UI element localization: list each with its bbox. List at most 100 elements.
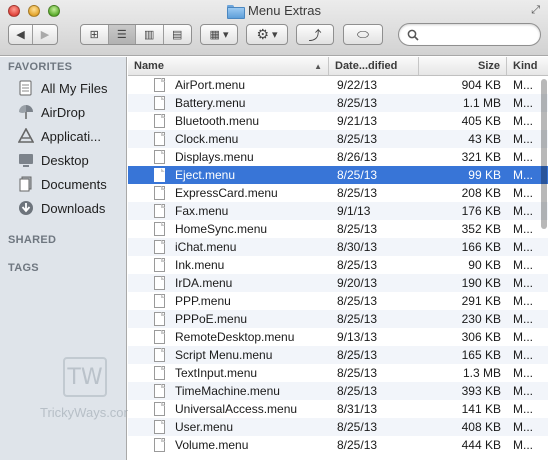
file-name: RemoteDesktop.menu <box>175 330 295 344</box>
search-input[interactable] <box>423 27 533 42</box>
table-row[interactable]: Volume.menu 8/25/13 444 KB M... <box>128 436 548 454</box>
sidebar-item-airdrop[interactable]: AirDrop <box>0 100 126 124</box>
coverflow-view-button[interactable]: ▤ <box>164 25 191 44</box>
downloads-icon <box>17 200 34 217</box>
file-name-cell: Fax.menu <box>128 204 329 218</box>
fullscreen-icon[interactable]: ⤢ <box>531 4 540 17</box>
kind-cell: M... <box>513 420 533 434</box>
edit-tags-button[interactable]: ⬭ <box>343 24 383 45</box>
table-row[interactable]: Ink.menu 8/25/13 90 KB M... <box>128 256 548 274</box>
file-name-cell: RemoteDesktop.menu <box>128 330 329 344</box>
sidebar-item-label: Desktop <box>41 152 89 168</box>
file-icon <box>154 420 165 434</box>
back-button[interactable]: ◀ <box>9 25 34 44</box>
column-view-button[interactable]: ▥ <box>136 25 164 44</box>
table-row[interactable]: Battery.menu 8/25/13 1.1 MB M... <box>128 94 548 112</box>
file-name: Clock.menu <box>175 132 239 146</box>
date-modified-cell: 8/25/13 <box>337 348 378 362</box>
table-row[interactable]: TimeMachine.menu 8/25/13 393 KB M... <box>128 382 548 400</box>
sidebar-item-desktop[interactable]: Desktop <box>0 148 126 172</box>
table-row[interactable]: ExpressCard.menu 8/25/13 208 KB M... <box>128 184 548 202</box>
sidebar-item-downloads[interactable]: Downloads <box>0 196 126 220</box>
watermark: TW TrickyWays.com <box>40 357 134 420</box>
share-button[interactable]: ⤴ <box>296 24 334 45</box>
table-row[interactable]: iChat.menu 8/30/13 166 KB M... <box>128 238 548 256</box>
date-modified-cell: 8/25/13 <box>337 132 378 146</box>
table-row[interactable]: Fax.menu 9/1/13 176 KB M... <box>128 202 548 220</box>
size-cell: 176 KB <box>461 204 501 218</box>
size-cell: 405 KB <box>461 114 501 128</box>
table-row[interactable]: TextInput.menu 8/25/13 1.3 MB M... <box>128 364 548 382</box>
kind-cell: M... <box>513 402 533 416</box>
date-modified-cell: 8/25/13 <box>337 312 378 326</box>
tags-header: TAGS <box>8 262 39 274</box>
file-icon <box>154 222 165 236</box>
date-modified-cell: 8/31/13 <box>337 402 378 416</box>
file-name-cell: User.menu <box>128 420 329 434</box>
file-icon <box>154 330 165 344</box>
date-modified-cell: 8/25/13 <box>337 168 378 182</box>
file-icon <box>154 96 165 110</box>
table-row[interactable]: Eject.menu 8/25/13 99 KB M... <box>128 166 548 184</box>
file-name: Eject.menu <box>175 168 236 182</box>
sidebar-item-label: Applicati... <box>41 128 101 144</box>
kind-cell: M... <box>513 384 533 398</box>
sidebar-item-documents[interactable]: Documents <box>0 172 126 196</box>
file-icon <box>154 78 165 92</box>
table-row[interactable]: Script Menu.menu 8/25/13 165 KB M... <box>128 346 548 364</box>
column-header-kind[interactable]: Kind <box>507 57 548 75</box>
sidebar-item-label: All My Files <box>41 80 108 96</box>
file-icon <box>154 150 165 164</box>
list-view-button[interactable]: ☰ <box>108 25 136 44</box>
table-row[interactable]: IrDA.menu 9/20/13 190 KB M... <box>128 274 548 292</box>
forward-button[interactable]: ▶ <box>33 25 57 44</box>
file-name: Fax.menu <box>175 204 229 218</box>
size-cell: 208 KB <box>461 186 501 200</box>
size-cell: 352 KB <box>461 222 501 236</box>
kind-cell: M... <box>513 312 533 326</box>
table-row[interactable]: User.menu 8/25/13 408 KB M... <box>128 418 548 436</box>
vertical-scrollbar[interactable] <box>541 79 547 229</box>
file-rows: AirPort.menu 9/22/13 904 KB M... Battery.men… <box>128 76 548 454</box>
table-row[interactable]: Displays.menu 8/26/13 321 KB M... <box>128 148 548 166</box>
date-modified-cell: 8/26/13 <box>337 150 378 164</box>
search-field[interactable] <box>398 23 541 46</box>
icon-view-button[interactable]: ⊞ <box>81 25 109 44</box>
file-name-cell: Clock.menu <box>128 132 329 146</box>
share-icon: ⤴ <box>308 28 322 43</box>
table-row[interactable]: Clock.menu 8/25/13 43 KB M... <box>128 130 548 148</box>
file-name-cell: Bluetooth.menu <box>128 114 329 128</box>
table-row[interactable]: PPPoE.menu 8/25/13 230 KB M... <box>128 310 548 328</box>
date-modified-cell: 8/25/13 <box>337 186 378 200</box>
date-modified-cell: 8/25/13 <box>337 438 378 452</box>
toolbar: Menu Extras ⤢ ◀ ▶ ⊞ ☰ ▥ ▤ ▦ ▾ ⚙ ▾ ⤴ ⬭ <box>0 0 548 56</box>
sidebar-item-applications[interactable]: Applicati... <box>0 124 126 148</box>
date-modified-cell: 8/25/13 <box>337 222 378 236</box>
file-icon <box>154 366 165 380</box>
file-icon <box>154 132 165 146</box>
file-icon <box>154 168 165 182</box>
column-header-date-modified[interactable]: Date...dified <box>329 57 419 75</box>
kind-cell: M... <box>513 366 533 380</box>
file-name-cell: iChat.menu <box>128 240 329 254</box>
table-row[interactable]: HomeSync.menu 8/25/13 352 KB M... <box>128 220 548 238</box>
table-row[interactable]: RemoteDesktop.menu 9/13/13 306 KB M... <box>128 328 548 346</box>
table-row[interactable]: PPP.menu 8/25/13 291 KB M... <box>128 292 548 310</box>
arrange-button[interactable]: ▦ ▾ <box>200 24 238 45</box>
table-row[interactable]: AirPort.menu 9/22/13 904 KB M... <box>128 76 548 94</box>
column-header-name[interactable]: Name ▲ <box>128 57 329 75</box>
table-row[interactable]: Bluetooth.menu 9/21/13 405 KB M... <box>128 112 548 130</box>
shared-header: SHARED <box>8 234 57 246</box>
date-modified-cell: 8/25/13 <box>337 420 378 434</box>
date-modified-cell: 8/30/13 <box>337 240 378 254</box>
column-header-size[interactable]: Size <box>419 57 507 75</box>
sort-ascending-icon: ▲ <box>314 61 322 71</box>
file-name-cell: AirPort.menu <box>128 78 329 92</box>
table-row[interactable]: UniversalAccess.menu 8/31/13 141 KB M... <box>128 400 548 418</box>
sidebar-item-all-my-files[interactable]: All My Files <box>0 76 126 100</box>
file-name-cell: ExpressCard.menu <box>128 186 329 200</box>
folder-icon <box>227 4 245 19</box>
file-icon <box>154 240 165 254</box>
size-cell: 230 KB <box>461 312 501 326</box>
action-button[interactable]: ⚙ ▾ <box>246 24 288 45</box>
